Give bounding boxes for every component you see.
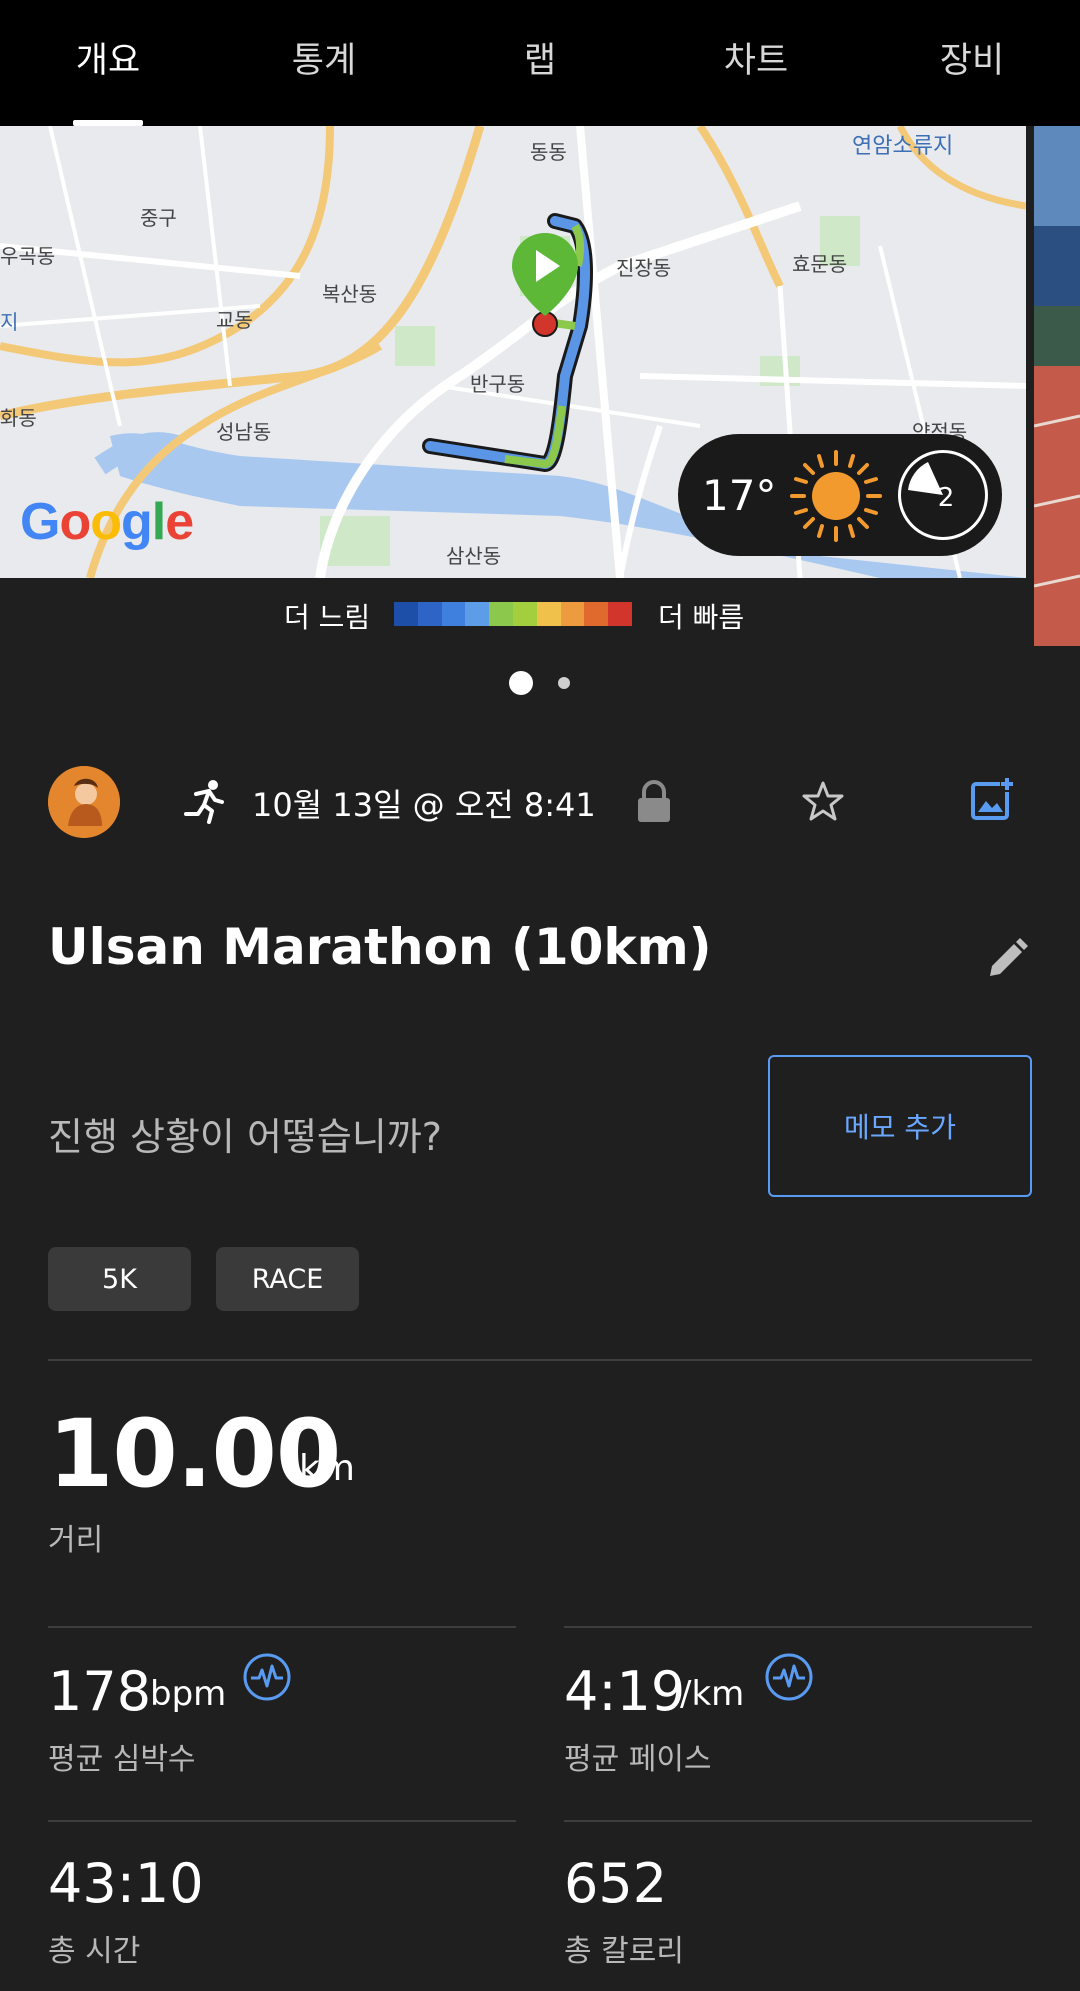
tag-chip[interactable]: RACE	[216, 1247, 359, 1311]
total-calories-value: 652	[564, 1852, 668, 1915]
pace-color-swatch	[465, 602, 490, 626]
heart-rate-zone-icon[interactable]	[242, 1652, 292, 1702]
wind-dial: 2	[898, 450, 988, 540]
map-label: 우곡동	[0, 244, 56, 268]
tab-charts[interactable]: 차트	[648, 0, 864, 126]
map-label: 진장동	[616, 256, 672, 280]
tab-laps[interactable]: 랩	[432, 0, 648, 126]
pace-color-swatch	[608, 602, 632, 626]
tag-chip[interactable]: 5K	[48, 1247, 191, 1311]
avg-heart-rate-value: 178	[48, 1660, 152, 1723]
activity-title: Ulsan Marathon (10km)	[48, 918, 712, 976]
avg-pace-unit: /km	[680, 1674, 745, 1714]
wind-speed: 2	[937, 483, 955, 513]
google-logo: Google	[20, 493, 194, 551]
map-label: 교동	[216, 308, 253, 332]
divider	[48, 1359, 1032, 1361]
next-photo-preview[interactable]	[1034, 126, 1080, 646]
pace-zone-icon[interactable]	[764, 1652, 814, 1702]
map-label: 연암소류지	[852, 134, 954, 159]
map-label: 효문동	[792, 252, 848, 276]
activity-date: 10월 13일 @ 오전 8:41	[252, 786, 596, 824]
pace-color-swatch	[560, 602, 585, 626]
running-activity-icon	[184, 780, 224, 824]
map-label: 복산동	[322, 282, 378, 306]
total-calories-label: 총 칼로리	[564, 1934, 684, 1969]
total-time-label: 총 시간	[48, 1934, 141, 1969]
avg-heart-rate-label: 평균 심박수	[48, 1742, 196, 1777]
temperature: 17°	[702, 470, 777, 520]
distance-unit: km	[299, 1448, 355, 1489]
pace-color-swatch	[536, 602, 561, 626]
lock-icon[interactable]	[636, 780, 672, 824]
sun-icon	[790, 450, 882, 542]
map-label: 성남동	[216, 420, 272, 444]
map-label: 동동	[530, 140, 567, 164]
pace-color-swatch	[441, 602, 466, 626]
progress-prompt: 진행 상황이 어떻습니까?	[48, 1115, 442, 1159]
divider	[564, 1820, 1032, 1822]
avg-pace-label: 평균 페이스	[564, 1742, 712, 1777]
divider	[564, 1626, 1032, 1628]
avg-heart-rate-unit: bpm	[150, 1674, 227, 1714]
pace-color-swatch	[394, 602, 418, 626]
total-time-value: 43:10	[48, 1852, 204, 1915]
divider	[48, 1820, 516, 1822]
divider	[48, 1626, 516, 1628]
avg-pace-value: 4:19	[564, 1660, 686, 1723]
add-photo-icon[interactable]	[970, 776, 1016, 822]
pace-color-swatch	[417, 602, 442, 626]
map-label: 삼산동	[446, 544, 502, 568]
pace-color-swatch	[512, 602, 537, 626]
legend-faster-label: 더 빠름	[658, 601, 745, 634]
tab-stats[interactable]: 통계	[216, 0, 432, 126]
avatar-image	[48, 766, 120, 838]
pager-dot[interactable]	[558, 677, 570, 689]
photo-thumbnail	[1034, 126, 1080, 646]
tab-gear[interactable]: 장비	[864, 0, 1080, 126]
top-tab-bar: 개요 통계 랩 차트 장비	[0, 0, 1080, 126]
map-label: 반구동	[470, 372, 526, 396]
distance-label: 거리	[48, 1523, 104, 1558]
edit-pencil-icon[interactable]	[986, 938, 1028, 980]
pager-dot-active[interactable]	[509, 671, 533, 695]
map-label: 화동	[0, 406, 37, 430]
legend-slower-label: 더 느림	[284, 601, 371, 634]
map-label: 지	[0, 310, 19, 334]
map-label: 중구	[140, 206, 177, 230]
pace-color-swatch	[584, 602, 609, 626]
add-memo-button[interactable]: 메모 추가	[768, 1055, 1032, 1197]
tab-overview[interactable]: 개요	[0, 0, 216, 126]
pace-color-swatch	[489, 602, 513, 626]
weather-widget: 17° 2	[678, 434, 1002, 556]
avatar[interactable]	[48, 766, 120, 838]
star-icon[interactable]	[802, 780, 844, 822]
distance-value: 10.00	[48, 1400, 341, 1509]
pace-legend: 더 느림 더 빠름	[0, 592, 1026, 636]
pace-color-scale	[394, 602, 632, 626]
